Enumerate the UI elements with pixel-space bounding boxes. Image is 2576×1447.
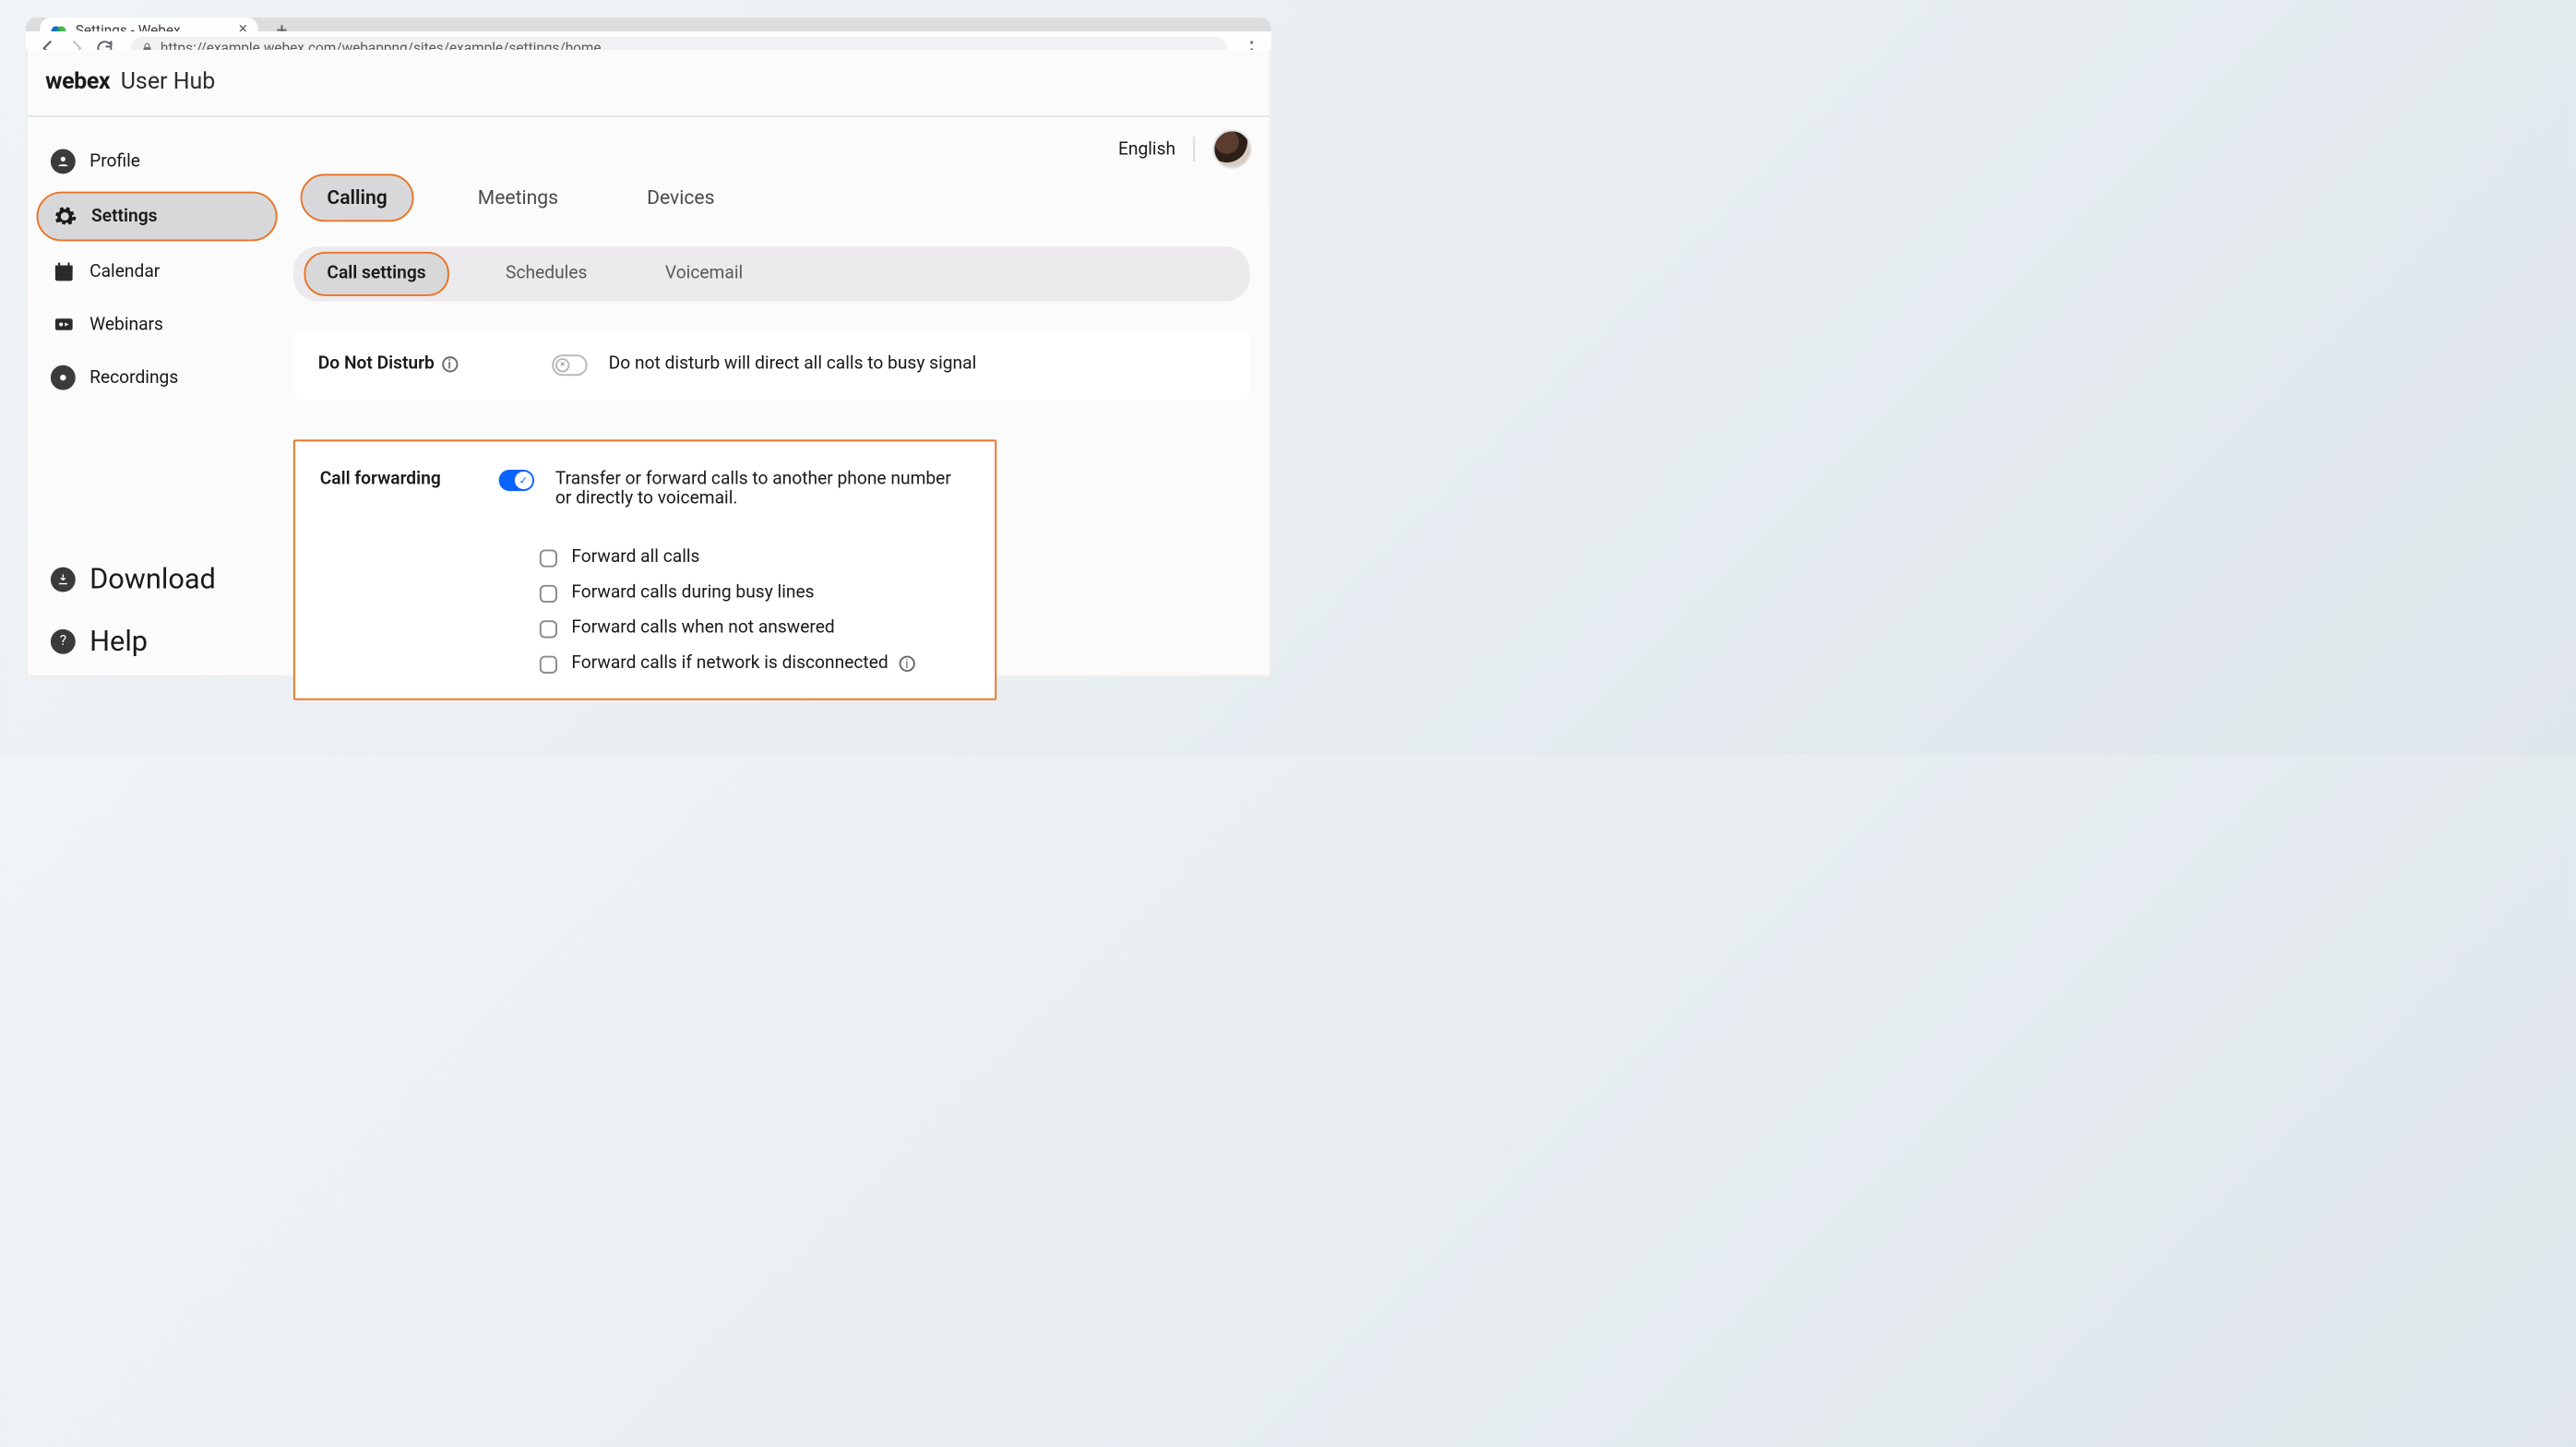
toggle-knob: × — [555, 358, 569, 372]
tab-calling[interactable]: Calling — [301, 173, 414, 221]
cf-opt-forward-all[interactable]: Forward all calls — [540, 548, 971, 568]
tab-label: Meetings — [478, 186, 558, 209]
tab-label: Calling — [327, 186, 387, 209]
dnd-desc: Do not disturb will direct all calls to … — [609, 354, 977, 374]
cf-opt-label: Forward calls if network is disconnected — [571, 654, 888, 674]
info-icon[interactable]: i — [899, 656, 914, 672]
cf-options: Forward all calls Forward calls during b… — [540, 548, 971, 674]
checkbox[interactable] — [540, 619, 557, 637]
subtab-voicemail[interactable]: Voicemail — [644, 254, 764, 294]
cf-toggle[interactable]: ✓ — [498, 470, 533, 491]
sidebar-label: Help — [89, 624, 148, 657]
checkbox[interactable] — [540, 584, 557, 602]
cf-opt-label: Forward all calls — [571, 548, 699, 568]
sidebar-item-download[interactable]: Download — [37, 551, 278, 606]
subtab-label: Voicemail — [665, 264, 743, 283]
sub-tabs: Call settings Schedules Voicemail — [293, 246, 1250, 302]
header-right: English — [1118, 129, 1252, 168]
cf-desc: Transfer or forward calls to another pho… — [555, 470, 970, 508]
cf-opt-busy[interactable]: Forward calls during busy lines — [540, 583, 971, 603]
subtab-call-settings[interactable]: Call settings — [304, 252, 448, 296]
app-window: webex User Hub English Profile Settings … — [26, 50, 1271, 677]
checkbox[interactable] — [540, 655, 557, 673]
recordings-icon — [51, 365, 76, 390]
cf-opt-label: Forward calls during busy lines — [571, 583, 814, 603]
subtab-label: Schedules — [506, 264, 587, 283]
sidebar-item-help[interactable]: ? Help — [37, 614, 278, 669]
dnd-toggle[interactable]: × — [552, 354, 587, 376]
cf-opt-network-disconnected[interactable]: Forward calls if network is disconnected… — [540, 654, 971, 674]
dnd-panel: Do Not Disturb i × Do not disturb will d… — [293, 329, 1250, 401]
sidebar-item-profile[interactable]: Profile — [37, 138, 278, 185]
info-icon[interactable]: i — [442, 356, 458, 372]
calendar-icon — [51, 259, 76, 284]
tab-label: Devices — [647, 186, 714, 209]
sidebar-label: Settings — [91, 207, 157, 226]
language-selector[interactable]: English — [1118, 139, 1175, 159]
webinars-icon — [51, 312, 76, 337]
brand-logo-text: webex — [45, 69, 110, 96]
tab-devices[interactable]: Devices — [622, 175, 739, 220]
sidebar-label: Download — [89, 562, 216, 595]
sidebar-item-settings[interactable]: Settings — [37, 192, 278, 242]
subtab-schedules[interactable]: Schedules — [484, 254, 608, 294]
download-icon — [51, 567, 76, 592]
help-icon: ? — [51, 628, 76, 653]
toggle-knob: ✓ — [515, 472, 532, 489]
sidebar-label: Webinars — [89, 315, 163, 334]
user-avatar[interactable] — [1212, 129, 1251, 168]
sidebar-item-recordings[interactable]: Recordings — [37, 354, 278, 401]
profile-icon — [51, 149, 76, 174]
cf-opt-label: Forward calls when not answered — [571, 618, 834, 638]
content-area: Calling Meetings Devices Call settings S… — [293, 173, 1257, 700]
gear-icon — [53, 204, 78, 229]
dnd-label-text: Do Not Disturb — [318, 354, 435, 374]
cf-label-text: Call forwarding — [320, 470, 441, 489]
cf-label: Call forwarding — [320, 470, 441, 489]
divider — [1193, 137, 1195, 161]
sidebar-label: Profile — [89, 151, 140, 171]
cf-opt-no-answer[interactable]: Forward calls when not answered — [540, 618, 971, 638]
sidebar-label: Calendar — [89, 261, 160, 281]
tab-meetings[interactable]: Meetings — [453, 175, 583, 220]
main-tabs: Calling Meetings Devices — [293, 173, 1257, 221]
sidebar-item-webinars[interactable]: Webinars — [37, 302, 278, 348]
brand-sub: User Hub — [121, 69, 216, 96]
dnd-label: Do Not Disturb i — [318, 354, 488, 374]
sidebar: Profile Settings Calendar Webinars Recor… — [37, 127, 278, 401]
subtab-label: Call settings — [327, 264, 425, 283]
sidebar-bottom: Download ? Help — [37, 551, 278, 668]
app-header: webex User Hub — [28, 50, 1270, 117]
checkbox[interactable] — [540, 548, 557, 566]
sidebar-item-calendar[interactable]: Calendar — [37, 248, 278, 294]
sidebar-label: Recordings — [89, 368, 178, 388]
call-forwarding-panel: Call forwarding ✓ Transfer or forward ca… — [293, 439, 996, 700]
